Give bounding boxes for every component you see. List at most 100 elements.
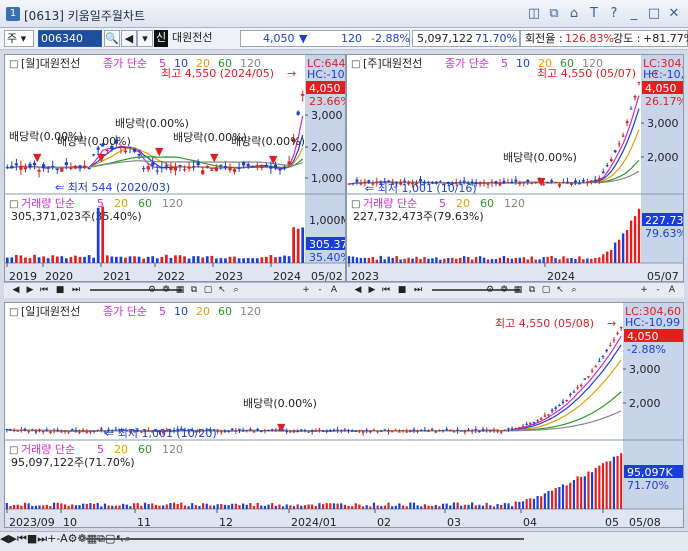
daily-chart-svg[interactable]: □ [일]대원전선 종가 단순 5 10 20 60 120 LC:304,60HC:-10,9…: [5, 303, 684, 528]
volume-bar: [463, 256, 466, 263]
nav-prev-button[interactable]: ◀: [10, 284, 22, 296]
volume-bar: [375, 259, 378, 263]
copy-icon[interactable]: ⧉: [188, 284, 200, 296]
turnover-value: 126.83%: [565, 32, 614, 45]
volume-bar: [260, 505, 263, 509]
nav-stop-button[interactable]: ■: [27, 532, 37, 545]
nav-next-button[interactable]: ▶: [366, 284, 378, 296]
volume-value: 227,732,473주(79.63%): [353, 210, 484, 223]
volume-title: 거래량 단순: [21, 443, 75, 456]
volume-bar: [554, 487, 557, 509]
search-icon[interactable]: 🔍: [104, 30, 120, 47]
dropdown-icon[interactable]: ▾: [137, 30, 153, 47]
zoom-slider[interactable]: [86, 538, 524, 540]
nav-stop-button[interactable]: ■: [396, 284, 408, 296]
copy-icon[interactable]: ⧉: [546, 6, 562, 22]
zoom-in-button[interactable]: +: [638, 284, 650, 296]
window-icon[interactable]: ▢: [540, 284, 552, 296]
close-icon[interactable]: ✕: [666, 6, 682, 22]
font-icon[interactable]: T: [586, 6, 602, 22]
home-icon[interactable]: ⌂: [566, 6, 582, 22]
volume-bar: [220, 503, 223, 509]
volume-bar: [165, 254, 168, 263]
volume-bar: [19, 255, 23, 263]
gear-icon[interactable]: ⚙: [146, 284, 158, 296]
volume-bar: [192, 256, 195, 263]
flower-icon[interactable]: ❁: [498, 284, 510, 296]
gear-icon[interactable]: ⚙: [68, 532, 78, 545]
auto-button[interactable]: A: [60, 532, 68, 545]
candle: [625, 121, 629, 124]
cursor-icon[interactable]: ↖: [554, 284, 566, 296]
x-tick-label: 12: [219, 516, 233, 528]
candle: [390, 431, 394, 433]
monthly-chart-svg[interactable]: □[월]대원전선종가 단순5102060120LC:644,4HC:-10,93…: [5, 55, 346, 282]
maximize-icon[interactable]: □: [646, 6, 662, 22]
dividend-label: 배당락(0.00%): [243, 397, 317, 410]
candle: [201, 170, 205, 175]
candle: [582, 179, 585, 182]
nav-last-button[interactable]: ⏭: [70, 284, 82, 296]
link-icon[interactable]: ◫: [526, 6, 542, 22]
nav-next-button[interactable]: ▶: [24, 284, 36, 296]
volume-bar: [492, 506, 496, 509]
window-icon[interactable]: ▢: [202, 284, 214, 296]
daily-chart-panel: □ [일]대원전선 종가 단순 5 10 20 60 120 LC:304,60 HC:-10,9…: [4, 302, 684, 528]
candle: [612, 339, 616, 341]
zoom-out-button[interactable]: -: [652, 284, 664, 296]
search-icon[interactable]: ⌕: [568, 284, 580, 296]
volume-bar: [633, 216, 637, 263]
auto-button[interactable]: A: [666, 284, 678, 296]
nav-first-button[interactable]: ⏮: [17, 532, 27, 545]
volume-title: 거래량 단순: [21, 197, 75, 210]
candle: [23, 167, 28, 170]
candle: [434, 431, 438, 433]
zoom-in-button[interactable]: +: [47, 532, 56, 545]
nav-stop-button[interactable]: ■: [54, 284, 66, 296]
zoom-in-button[interactable]: +: [300, 284, 312, 296]
gear-icon[interactable]: ⚙: [484, 284, 496, 296]
grid-icon[interactable]: ▦: [512, 284, 524, 296]
candle: [358, 430, 361, 432]
nav-first-button[interactable]: ⏮: [38, 284, 50, 296]
volume-bar: [10, 257, 14, 263]
volume-bar: [351, 506, 354, 509]
volume-bar: [602, 254, 605, 263]
minimize-icon[interactable]: _: [626, 6, 642, 22]
stock-code-input[interactable]: 006340: [38, 30, 102, 47]
ma-period-20: 20: [196, 305, 210, 318]
cursor-icon[interactable]: ↖: [216, 284, 228, 296]
candle: [579, 384, 583, 386]
volume-bar: [621, 233, 625, 263]
candle: [287, 161, 291, 165]
candle: [51, 165, 55, 167]
speaker-icon[interactable]: ◀: [121, 30, 137, 47]
help-icon[interactable]: ?: [606, 6, 622, 22]
candle: [137, 153, 141, 156]
volume-bar: [594, 257, 597, 263]
nav-first-button[interactable]: ⏮: [380, 284, 392, 296]
volume-bar: [598, 257, 601, 263]
volume-bar: [42, 505, 45, 509]
candle: [38, 429, 41, 431]
grid-icon[interactable]: ▦: [174, 284, 186, 296]
weekly-chart-svg[interactable]: □[주]대원전선종가 단순5102060120LC:304,6HC:-10,93…: [347, 55, 684, 282]
zoom-out-button[interactable]: -: [314, 284, 326, 296]
candle: [5, 428, 9, 430]
nav-prev-button[interactable]: ◀: [352, 284, 364, 296]
nav-last-button[interactable]: ⏭: [37, 532, 47, 545]
nav-last-button[interactable]: ⏭: [412, 284, 424, 296]
volume-bar: [409, 502, 412, 509]
volume-bar: [183, 256, 186, 263]
nav-next-button[interactable]: ▶: [8, 532, 16, 545]
volume-bar: [45, 504, 48, 509]
copy-icon[interactable]: ⧉: [526, 284, 538, 296]
volume-bar: [558, 259, 561, 263]
auto-button[interactable]: A: [328, 284, 340, 296]
period-select[interactable]: 주 ▾: [4, 30, 34, 47]
candle: [587, 376, 590, 378]
flower-icon[interactable]: ❁: [160, 284, 172, 296]
search-icon[interactable]: ⌕: [230, 284, 242, 296]
arrow-right-icon: →: [287, 67, 296, 80]
time-axis: [347, 263, 683, 281]
